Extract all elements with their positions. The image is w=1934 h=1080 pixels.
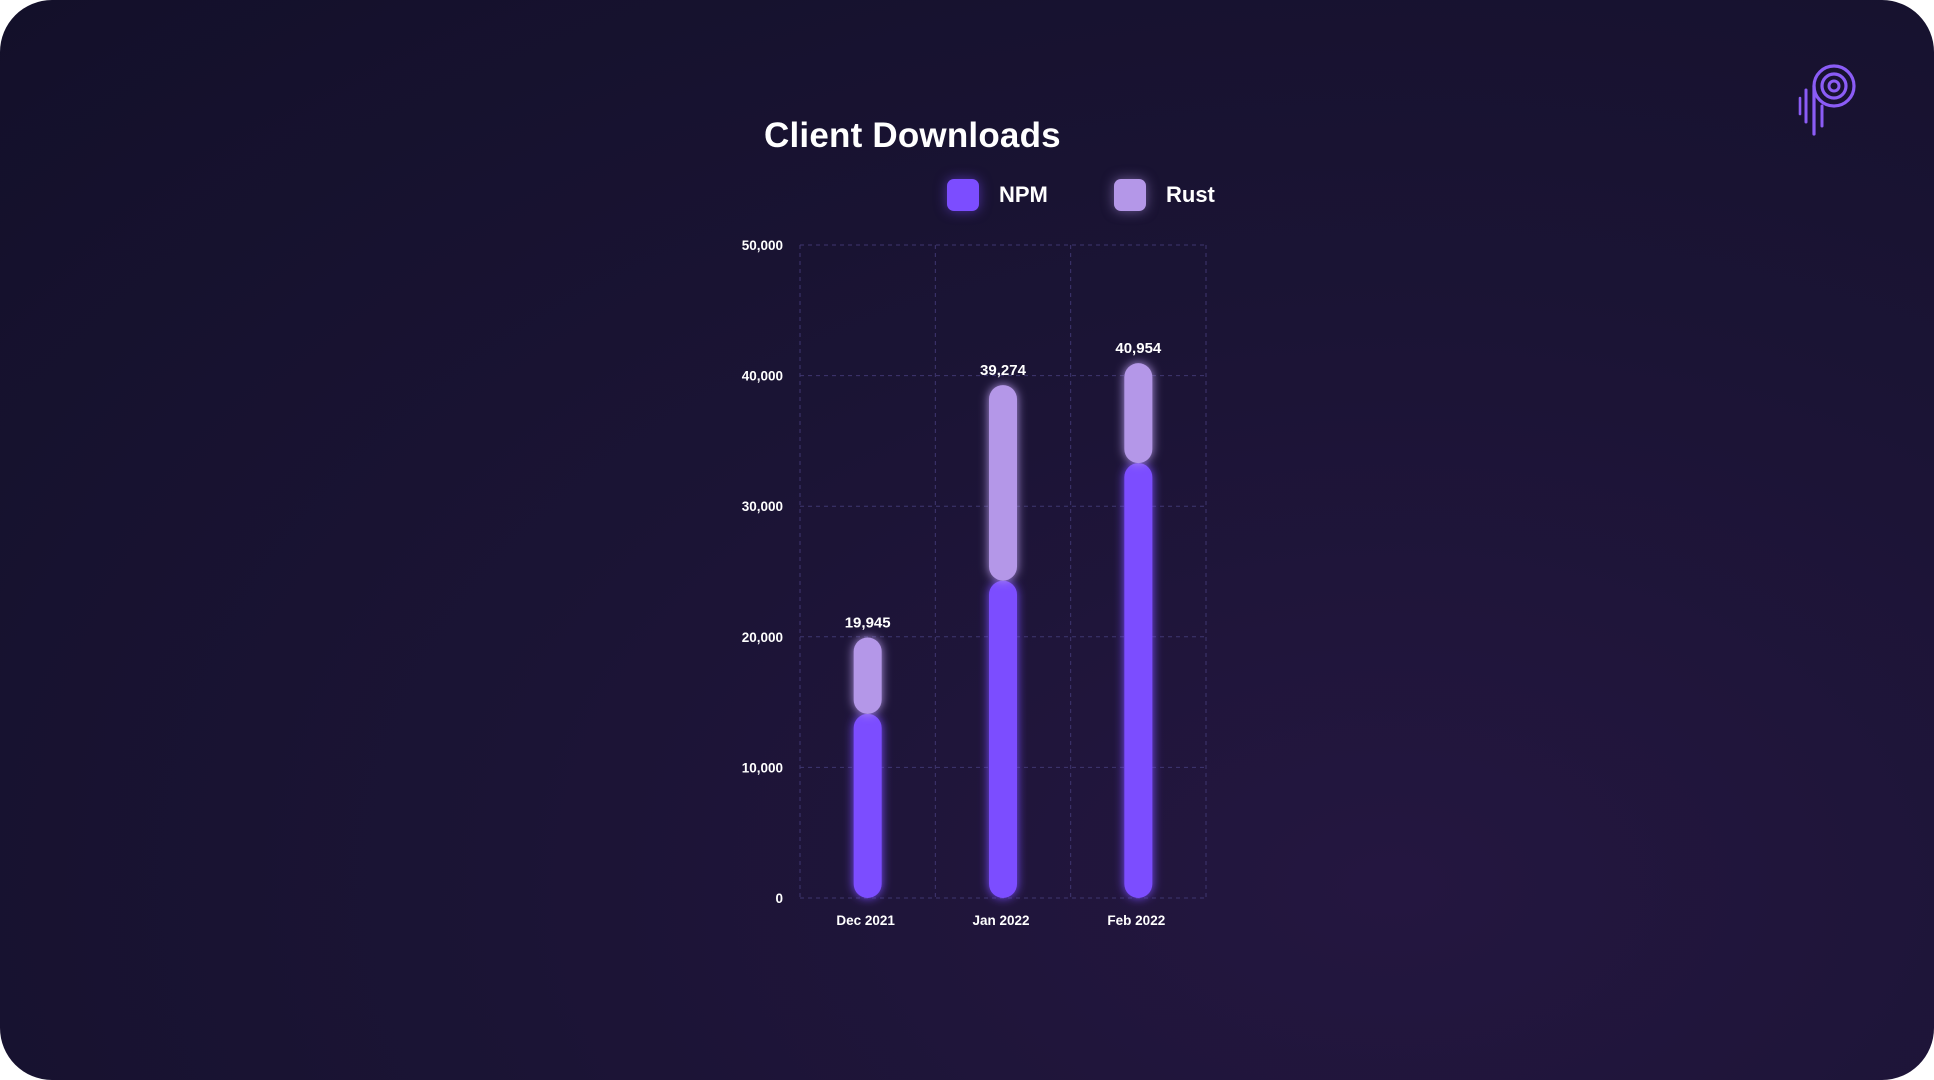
- bar-chart: 0 10,000 20,000 30,000 40,000 50,000 19,945 Dec…: [742, 238, 1207, 928]
- y-tick-label: 30,000: [742, 499, 783, 514]
- x-category-label: Jan 2022: [972, 913, 1029, 928]
- x-category-label: Feb 2022: [1107, 913, 1165, 928]
- bar-npm-2: [1124, 463, 1153, 898]
- bar-rust-1: [989, 385, 1017, 581]
- chart-frame: Client Downloads NPM Rust 0 10,000 20,000 3…: [0, 0, 1934, 1080]
- bar-total-label: 40,954: [1115, 340, 1162, 357]
- x-category-label: Dec 2021: [836, 913, 895, 928]
- y-tick-label: 20,000: [742, 630, 783, 645]
- bar-total-label: 39,274: [980, 362, 1027, 379]
- y-tick-label: 40,000: [742, 369, 783, 384]
- y-tick-label: 10,000: [742, 760, 783, 775]
- y-tick-label: 50,000: [742, 238, 783, 253]
- bar-npm-1: [989, 580, 1017, 898]
- bar-rust-2: [1124, 363, 1153, 464]
- bar-total-label: 19,945: [845, 615, 891, 632]
- y-tick-label: 0: [775, 891, 783, 906]
- bar-npm-0: [853, 713, 882, 898]
- bar-rust-0: [853, 637, 882, 714]
